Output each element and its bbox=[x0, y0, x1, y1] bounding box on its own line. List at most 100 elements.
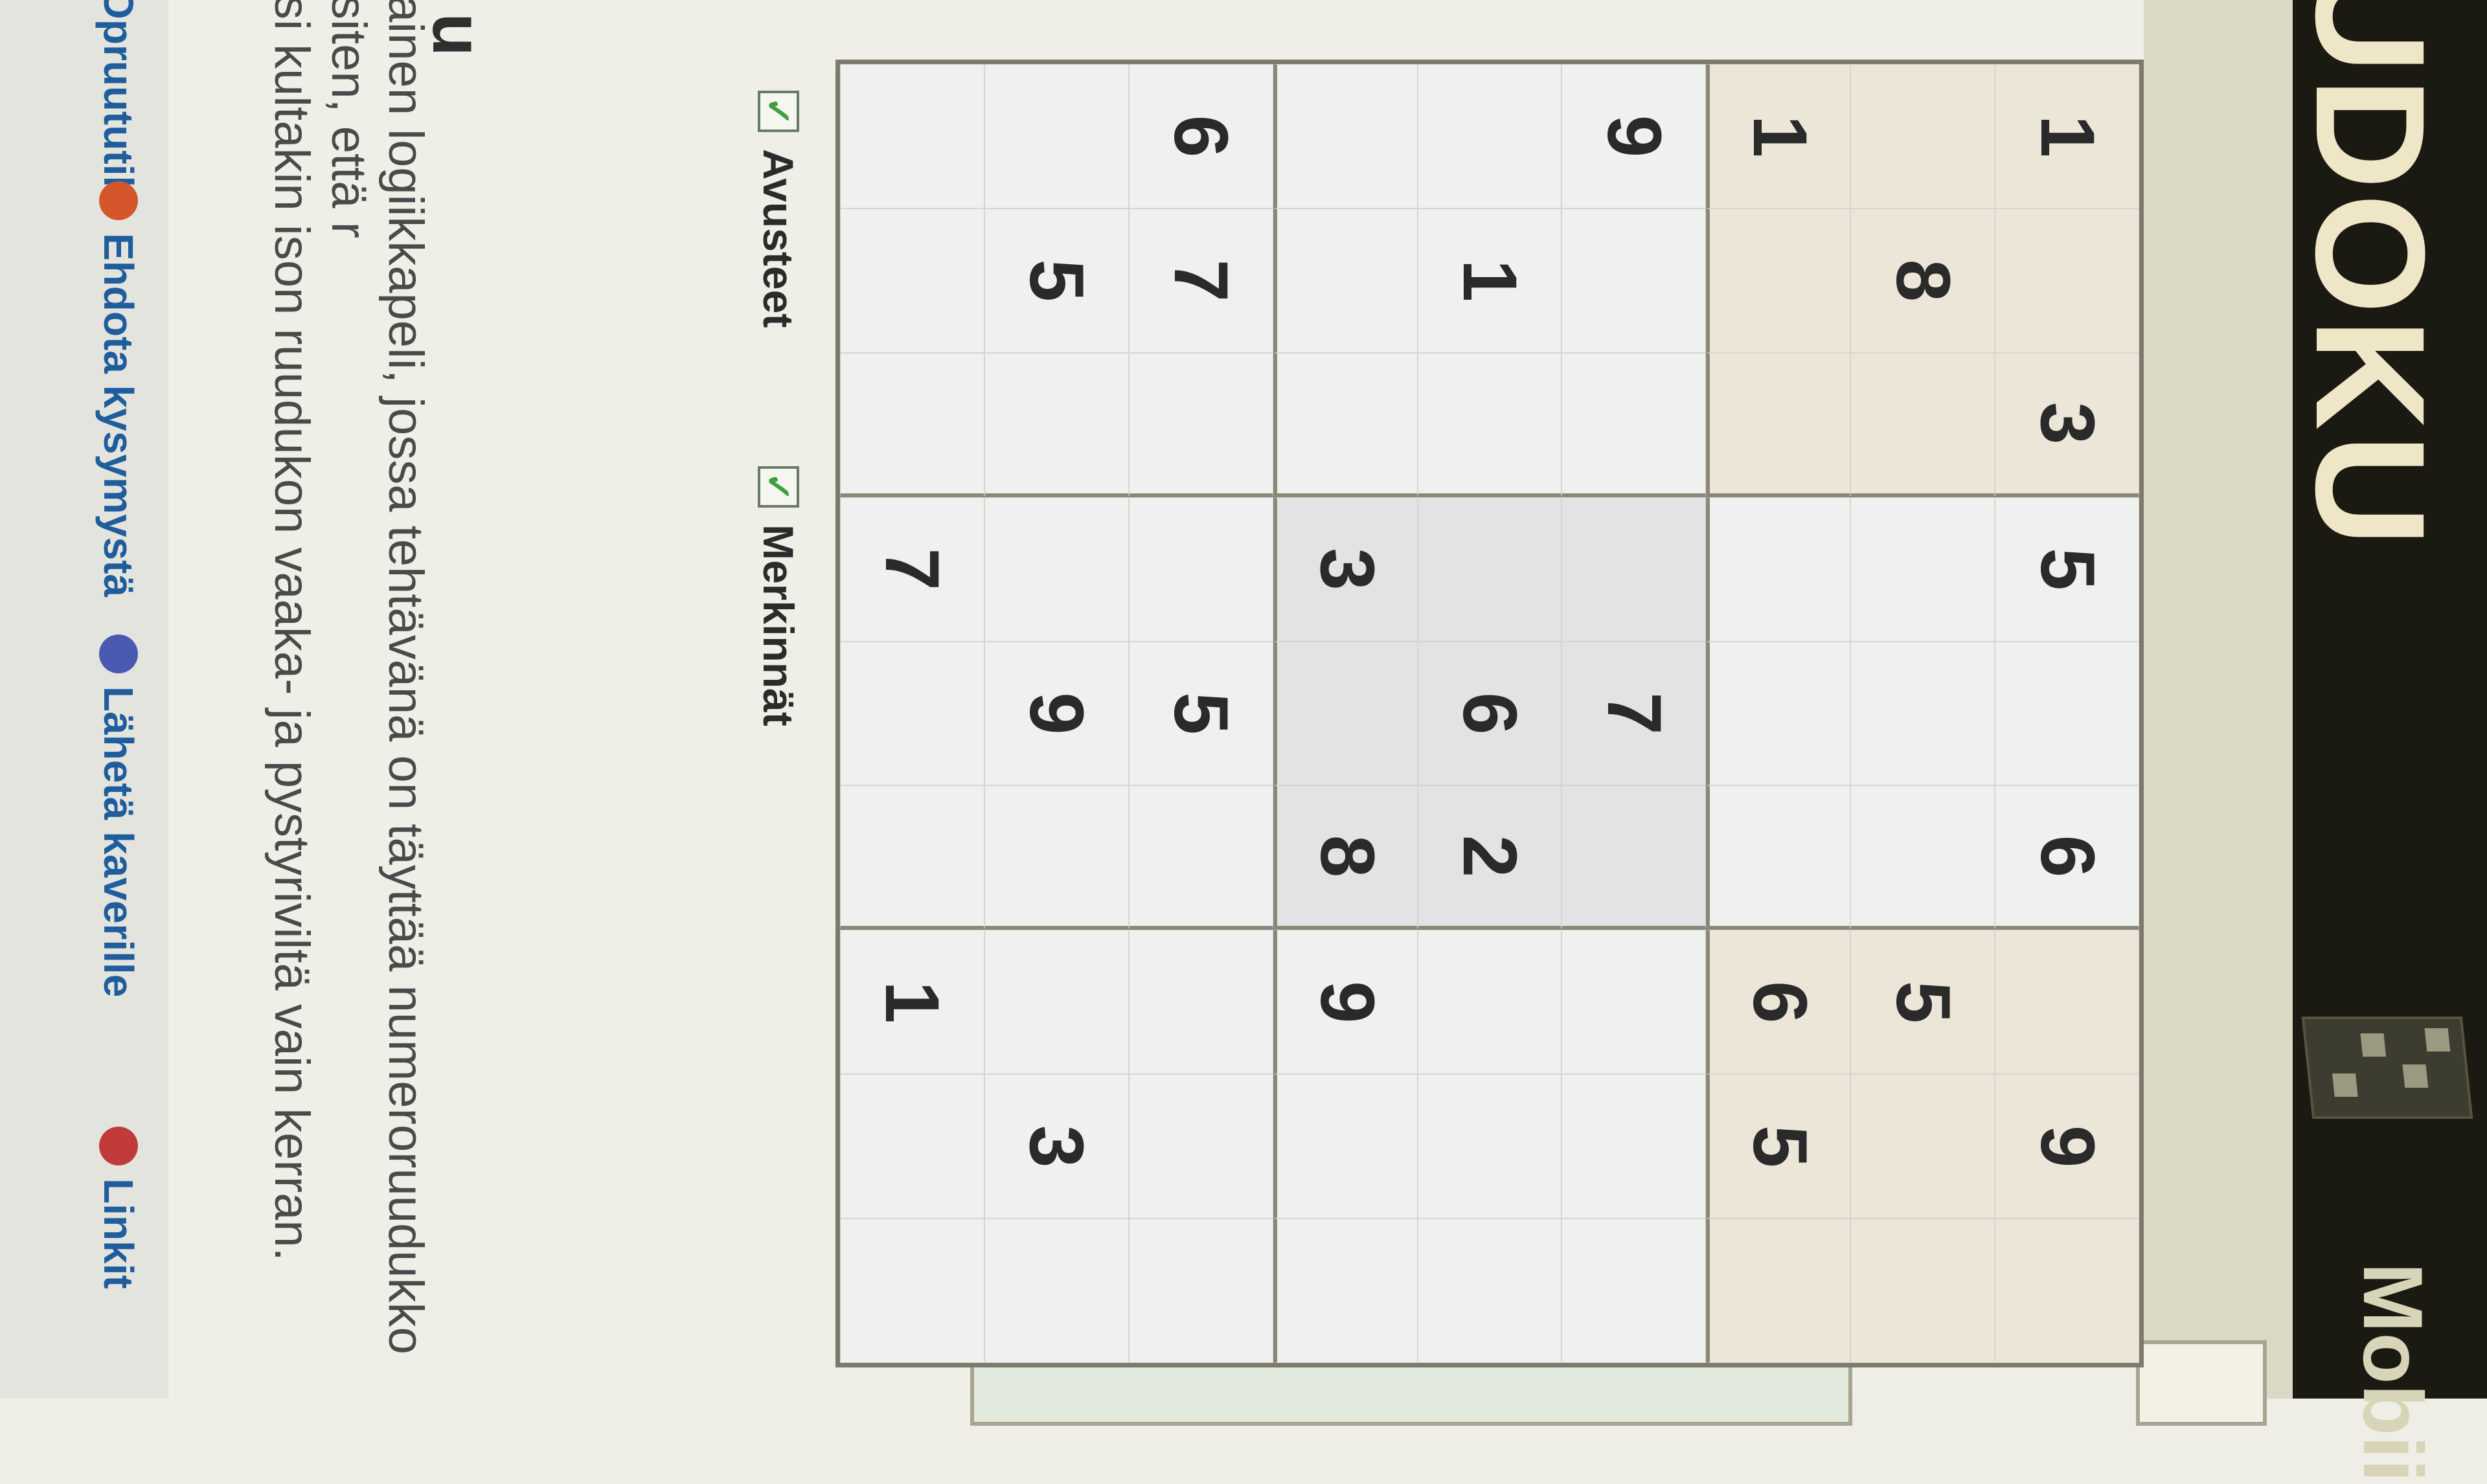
sudoku-cell[interactable] bbox=[1706, 1219, 1851, 1363]
sudoku-cell[interactable] bbox=[1128, 497, 1273, 642]
sudoku-cell[interactable] bbox=[1273, 352, 1418, 497]
sudoku-cell[interactable] bbox=[1850, 785, 1995, 930]
sudoku-cell[interactable] bbox=[840, 1074, 984, 1219]
sudoku-cell[interactable]: 6 bbox=[1706, 930, 1851, 1075]
sudoku-cell[interactable]: 3 bbox=[1995, 352, 2139, 497]
description-line-2: si kultakin ison ruudukon vaaka- ja pyst… bbox=[264, 0, 319, 1261]
sudoku-cell[interactable]: 9 bbox=[1995, 1074, 2139, 1219]
sudoku-cell[interactable] bbox=[1417, 1074, 1562, 1219]
sudoku-cell[interactable] bbox=[1850, 497, 1995, 642]
sudoku-cell[interactable] bbox=[1273, 1074, 1418, 1219]
sudoku-cell[interactable] bbox=[1995, 641, 2139, 786]
sudoku-cell[interactable]: 9 bbox=[1561, 64, 1707, 208]
sudoku-cell[interactable] bbox=[984, 1219, 1129, 1363]
sudoku-cell[interactable]: 6 bbox=[1128, 64, 1273, 208]
sudoku-cell[interactable] bbox=[1995, 1219, 2139, 1363]
sudoku-cell[interactable] bbox=[1561, 1074, 1707, 1219]
sudoku-cell[interactable] bbox=[1128, 785, 1273, 930]
suggest-question-label: Ehdota kysymystä bbox=[95, 233, 142, 598]
sudoku-cell[interactable] bbox=[840, 641, 984, 786]
sudoku-cell[interactable]: 3 bbox=[984, 1074, 1129, 1219]
sudoku-cell[interactable] bbox=[1850, 641, 1995, 786]
sudoku-cell[interactable] bbox=[984, 785, 1129, 930]
sudoku-cell[interactable] bbox=[1561, 1219, 1707, 1363]
sudoku-cell[interactable] bbox=[1417, 352, 1562, 497]
bottom-links-bar bbox=[0, 0, 168, 1399]
friends-icon bbox=[99, 635, 138, 673]
sudoku-cell[interactable] bbox=[1128, 930, 1273, 1075]
sudoku-cell[interactable]: 5 bbox=[1995, 497, 2139, 642]
sudoku-cell[interactable] bbox=[984, 352, 1129, 497]
sudoku-cell[interactable] bbox=[984, 930, 1129, 1075]
sudoku-cell[interactable] bbox=[1706, 497, 1851, 642]
sudoku-cell[interactable] bbox=[840, 1219, 984, 1363]
sudoku-cell[interactable] bbox=[1128, 352, 1273, 497]
sudoku-cell[interactable] bbox=[1273, 64, 1418, 208]
site-header: UDOKU Mobii bbox=[2284, 0, 2487, 1482]
rotated-page: UDOKU Mobii 13569851659716238967559371 ✓… bbox=[0, 0, 2487, 1482]
share-icon bbox=[99, 1127, 138, 1165]
sudoku-cell[interactable]: 7 bbox=[840, 497, 984, 642]
sudoku-cell[interactable]: 3 bbox=[1273, 497, 1418, 642]
suggest-question-link[interactable]: Ehdota kysymystä bbox=[95, 181, 142, 597]
sudoku-cell[interactable] bbox=[1561, 785, 1707, 930]
sudoku-cell[interactable] bbox=[1995, 208, 2139, 353]
sudoku-cell[interactable] bbox=[1561, 352, 1707, 497]
merkinnat-label: Merkinnät bbox=[755, 524, 802, 726]
avusteet-checkbox[interactable]: ✓ Avusteet bbox=[754, 91, 803, 328]
sudoku-cell[interactable]: 8 bbox=[1850, 208, 1995, 353]
sudoku-cell[interactable] bbox=[1706, 641, 1851, 786]
send-to-friend-link[interactable]: Lähetä kaverille bbox=[95, 635, 142, 997]
sudoku-cell[interactable] bbox=[1273, 1219, 1418, 1363]
sudoku-cell[interactable] bbox=[1995, 930, 2139, 1075]
sudoku-cell[interactable] bbox=[1850, 1219, 1995, 1363]
sudoku-cell[interactable] bbox=[840, 352, 984, 497]
sudoku-cell[interactable] bbox=[840, 208, 984, 353]
sudoku-cell[interactable] bbox=[1850, 64, 1995, 208]
sudoku-cell[interactable] bbox=[840, 785, 984, 930]
sudoku-cell[interactable] bbox=[1273, 641, 1418, 786]
sudoku-cell[interactable]: 6 bbox=[1417, 641, 1562, 786]
merkinnat-checkbox[interactable]: ✓ Merkinnät bbox=[754, 466, 803, 726]
practice-mode-link[interactable]: Opruututila bbox=[95, 0, 142, 210]
sudoku-cell[interactable] bbox=[1850, 1074, 1995, 1219]
sudoku-cell[interactable] bbox=[1850, 352, 1995, 497]
sudoku-cell[interactable]: 1 bbox=[840, 930, 984, 1075]
sudoku-cell[interactable]: 1 bbox=[1417, 208, 1562, 353]
sudoku-cell[interactable] bbox=[1417, 1219, 1562, 1363]
sudoku-cell[interactable] bbox=[840, 64, 984, 208]
sudoku-cell[interactable] bbox=[1128, 1074, 1273, 1219]
send-to-friend-label: Lähetä kaverille bbox=[95, 686, 142, 998]
sudoku-cell[interactable] bbox=[1128, 1219, 1273, 1363]
sudoku-cell[interactable] bbox=[984, 64, 1129, 208]
question-icon bbox=[99, 181, 138, 220]
sudoku-cell[interactable] bbox=[1273, 208, 1418, 353]
sudoku-cell[interactable]: 7 bbox=[1128, 208, 1273, 353]
sudoku-cell[interactable]: 7 bbox=[1561, 641, 1707, 786]
mini-panel bbox=[2136, 1340, 2267, 1426]
sudoku-cell[interactable]: 5 bbox=[1850, 930, 1995, 1075]
sudoku-cell[interactable] bbox=[1561, 930, 1707, 1075]
sudoku-cell[interactable] bbox=[984, 497, 1129, 642]
sudoku-cell[interactable] bbox=[1561, 208, 1707, 353]
sudoku-cell[interactable] bbox=[1417, 497, 1562, 642]
sudoku-cell[interactable] bbox=[1417, 64, 1562, 208]
sudoku-cell[interactable] bbox=[1706, 208, 1851, 353]
sudoku-cell[interactable] bbox=[1706, 785, 1851, 930]
sudoku-cell[interactable] bbox=[1706, 352, 1851, 497]
sudoku-cell[interactable] bbox=[1417, 930, 1562, 1075]
sudoku-cell[interactable]: 8 bbox=[1273, 785, 1418, 930]
sudoku-cell[interactable]: 5 bbox=[1706, 1074, 1851, 1219]
sudoku-cell[interactable]: 5 bbox=[1128, 641, 1273, 786]
sudoku-cell[interactable] bbox=[1561, 497, 1707, 642]
links-link[interactable]: Linkit bbox=[95, 1127, 142, 1289]
sudoku-cell[interactable]: 1 bbox=[1995, 64, 2139, 208]
sudoku-cell[interactable]: 5 bbox=[984, 208, 1129, 353]
sudoku-cell[interactable]: 1 bbox=[1706, 64, 1851, 208]
header-right-text: Mobii bbox=[2346, 1263, 2440, 1483]
sudoku-cell[interactable]: 9 bbox=[984, 641, 1129, 786]
description-text: ainen logiikkapeli, jossa tehtävänä on t… bbox=[263, 0, 434, 1484]
sudoku-cell[interactable]: 2 bbox=[1417, 785, 1562, 930]
sudoku-cell[interactable]: 9 bbox=[1273, 930, 1418, 1075]
sudoku-cell[interactable]: 6 bbox=[1995, 785, 2139, 930]
